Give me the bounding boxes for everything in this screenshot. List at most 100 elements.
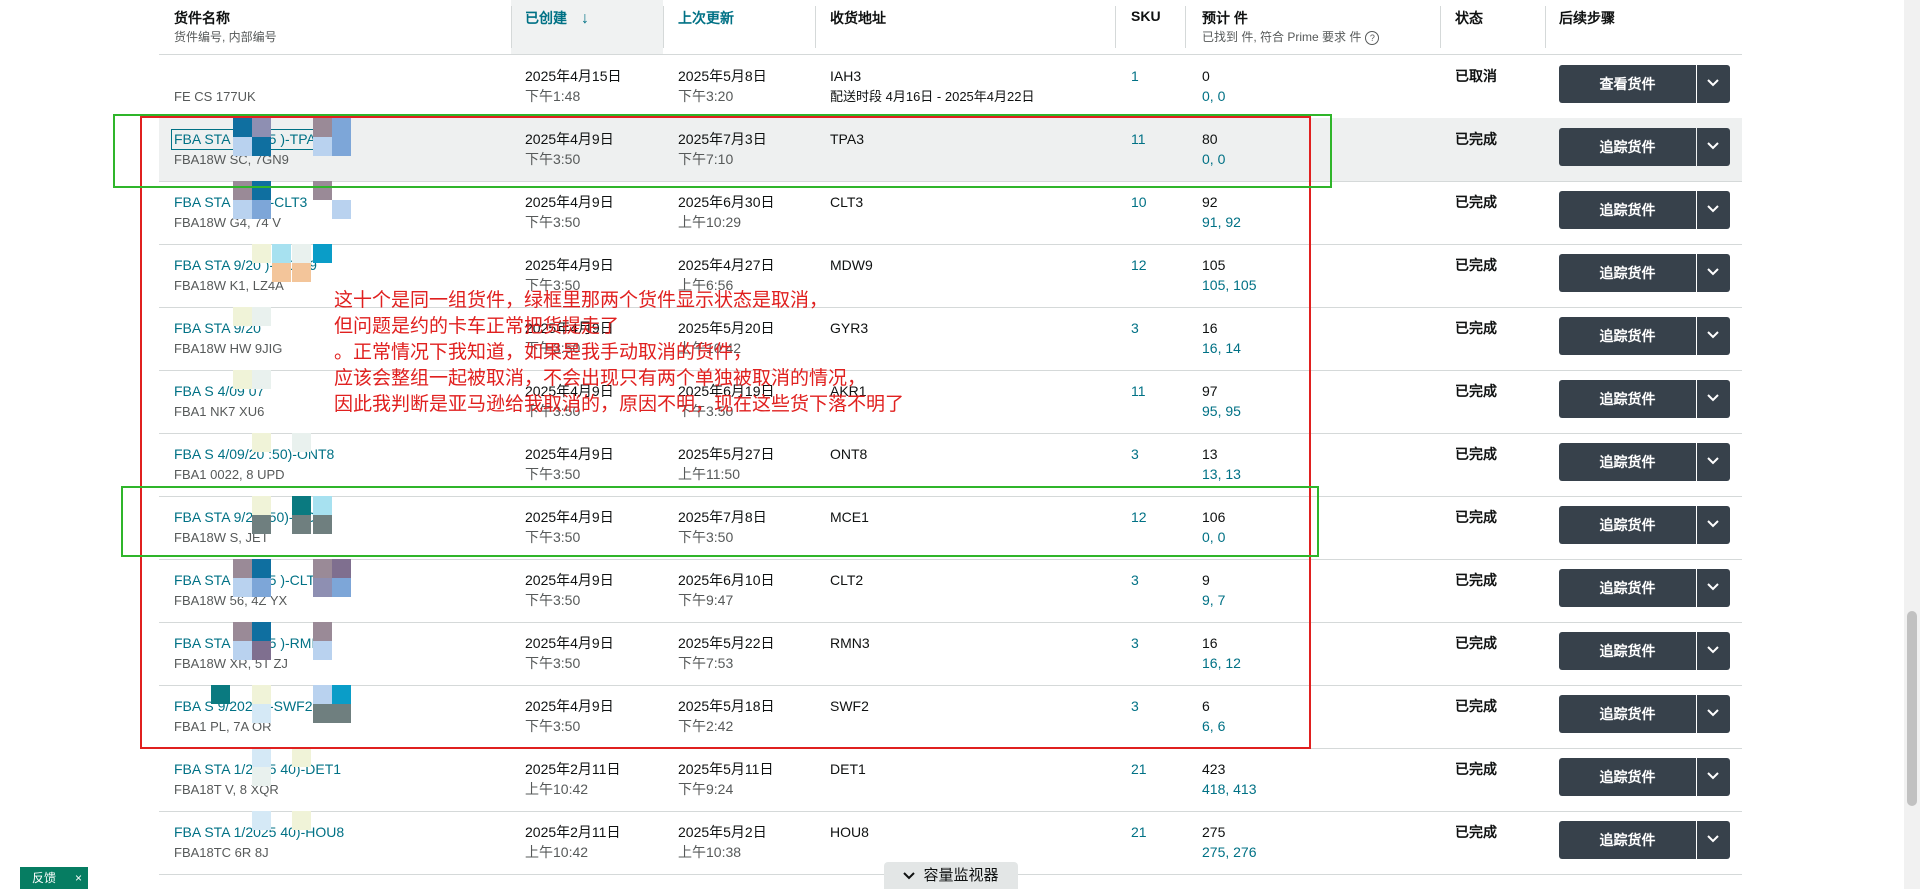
shipment-id: FBA18TC 6R 8J [174, 845, 269, 860]
actions-dropdown[interactable] [1697, 254, 1730, 292]
actions-dropdown[interactable] [1697, 506, 1730, 544]
expected-units: 275 [1202, 824, 1226, 840]
actions-dropdown[interactable] [1697, 65, 1730, 103]
annotation-line: 这十个是同一组货件，绿框里那两个货件显示状态是取消， [334, 290, 829, 311]
track-shipment-button[interactable]: 追踪货件 [1559, 443, 1696, 481]
found-units-link[interactable]: 0, 0 [1202, 87, 1225, 106]
track-shipment-button[interactable]: 追踪货件 [1559, 569, 1696, 607]
chevron-down-icon [1707, 79, 1719, 87]
sort-down-icon: ↓ [581, 10, 589, 27]
actions-dropdown[interactable] [1697, 632, 1730, 670]
mosaic-block [292, 748, 311, 767]
delivery-window: 配送时段 4月16日 - 2025年4月22日 [830, 89, 1035, 104]
destination: HOU8 [830, 824, 869, 840]
chevron-down-icon [1707, 268, 1719, 276]
table-row: FBA STA 1/2025 40)-DET1FBA18T V, 8 XQR20… [159, 748, 1742, 812]
annotation-note: 这十个是同一组货件，绿框里那两个货件显示状态是取消， 但问题是约的卡车正常把货提… [334, 288, 1054, 418]
page: 货件名称 货件编号, 内部编号 已创建 ↓ 上次更新 收货地址 SKU 预计 件 … [0, 0, 1920, 889]
sku-count-link[interactable]: 1 [1131, 67, 1139, 86]
annotation-line: 应该会整组一起被取消，不会出现只有两个单独被取消的情况， [334, 368, 867, 389]
help-icon[interactable]: ? [1365, 30, 1380, 45]
header-name[interactable]: 货件名称 [174, 8, 230, 28]
sku-count-link[interactable]: 21 [1131, 760, 1147, 779]
header-name-sub: 货件编号, 内部编号 [174, 30, 277, 44]
capacity-monitor-button[interactable]: 容量监视器 [884, 862, 1018, 889]
found-units-link[interactable]: 418, 413 [1202, 780, 1257, 799]
view-shipment-button[interactable]: 查看货件 [1559, 65, 1696, 103]
created-date: 2025年2月11日 [525, 761, 621, 777]
track-shipment-button[interactable]: 追踪货件 [1559, 506, 1696, 544]
feedback-button[interactable]: 反馈 × [20, 867, 88, 889]
track-shipment-button[interactable]: 追踪货件 [1559, 821, 1696, 859]
capacity-monitor-label: 容量监视器 [923, 867, 999, 884]
chevron-down-icon [1707, 457, 1719, 465]
track-shipment-button[interactable]: 追踪货件 [1559, 380, 1696, 418]
track-shipment-button[interactable]: 追踪货件 [1559, 317, 1696, 355]
chevron-down-icon [1707, 520, 1719, 528]
updated-time: 下午9:24 [678, 781, 734, 797]
table-row: FE CS 177UK 2025年4月15日 下午1:48 2025年5月8日 下午3:… [159, 55, 1742, 119]
header-updated[interactable]: 上次更新 [678, 8, 734, 28]
close-icon[interactable]: × [75, 867, 82, 889]
status-text: 已完成 [1455, 761, 1497, 777]
updated-date: 2025年5月8日 [678, 68, 767, 84]
header-status[interactable]: 状态 [1455, 8, 1483, 28]
actions-dropdown[interactable] [1697, 758, 1730, 796]
red-annotation-box [140, 116, 1311, 749]
sku-count-link[interactable]: 21 [1131, 823, 1147, 842]
actions-dropdown[interactable] [1697, 569, 1730, 607]
status-text: 已完成 [1455, 383, 1497, 399]
updated-date: 2025年5月2日 [678, 824, 767, 840]
chevron-down-icon [1707, 583, 1719, 591]
actions-dropdown[interactable] [1697, 191, 1730, 229]
created-time: 上午10:42 [525, 844, 589, 860]
created-time: 下午1:48 [525, 88, 581, 104]
shipment-id: FE CS 177UK [174, 89, 256, 104]
chevron-down-icon [1707, 394, 1719, 402]
actions-dropdown[interactable] [1697, 380, 1730, 418]
header-separator [1115, 6, 1116, 48]
chevron-down-icon [1707, 835, 1719, 843]
created-time: 上午10:42 [525, 781, 589, 797]
header-units-sub: 已找到 件, 符合 Prime 要求 件? [1202, 28, 1380, 45]
actions-dropdown[interactable] [1697, 695, 1730, 733]
actions-dropdown[interactable] [1697, 317, 1730, 355]
track-shipment-button[interactable]: 追踪货件 [1559, 254, 1696, 292]
expected-units: 0 [1202, 68, 1210, 84]
mosaic-block [292, 811, 311, 830]
mosaic-block [252, 811, 271, 830]
status-text: 已取消 [1455, 68, 1497, 84]
track-shipment-button[interactable]: 追踪货件 [1559, 128, 1696, 166]
header-created[interactable]: 已创建 ↓ [525, 8, 589, 28]
mosaic-block [252, 767, 271, 786]
track-shipment-button[interactable]: 追踪货件 [1559, 695, 1696, 733]
actions-dropdown[interactable] [1697, 821, 1730, 859]
header-separator [511, 6, 512, 48]
annotation-line: 但问题是约的卡车正常把货提走了 [334, 316, 620, 337]
feedback-label: 反馈 [32, 871, 57, 885]
updated-date: 2025年5月11日 [678, 761, 774, 777]
header-units[interactable]: 预计 件 [1202, 8, 1248, 28]
header-sku[interactable]: SKU [1131, 8, 1161, 24]
track-shipment-button[interactable]: 追踪货件 [1559, 758, 1696, 796]
header-separator [815, 6, 816, 48]
status-text: 已完成 [1455, 635, 1497, 651]
header-dest[interactable]: 收货地址 [830, 8, 886, 28]
mosaic-block [252, 748, 271, 767]
track-shipment-button[interactable]: 追踪货件 [1559, 632, 1696, 670]
header-next: 后续步骤 [1559, 10, 1615, 26]
track-shipment-button[interactable]: 追踪货件 [1559, 191, 1696, 229]
actions-dropdown[interactable] [1697, 128, 1730, 166]
actions-dropdown[interactable] [1697, 443, 1730, 481]
expected-units: 423 [1202, 761, 1226, 777]
table-header: 货件名称 货件编号, 内部编号 已创建 ↓ 上次更新 收货地址 SKU 预计 件 … [159, 0, 1742, 55]
found-units-link[interactable]: 275, 276 [1202, 843, 1257, 862]
status-text: 已完成 [1455, 446, 1497, 462]
status-text: 已完成 [1455, 572, 1497, 588]
status-text: 已完成 [1455, 509, 1497, 525]
chevron-down-icon [903, 872, 916, 880]
destination: DET1 [830, 761, 866, 777]
green-annotation-box-tpa3 [113, 114, 1332, 188]
chevron-down-icon [1707, 772, 1719, 780]
scrollbar-thumb[interactable] [1907, 611, 1917, 806]
